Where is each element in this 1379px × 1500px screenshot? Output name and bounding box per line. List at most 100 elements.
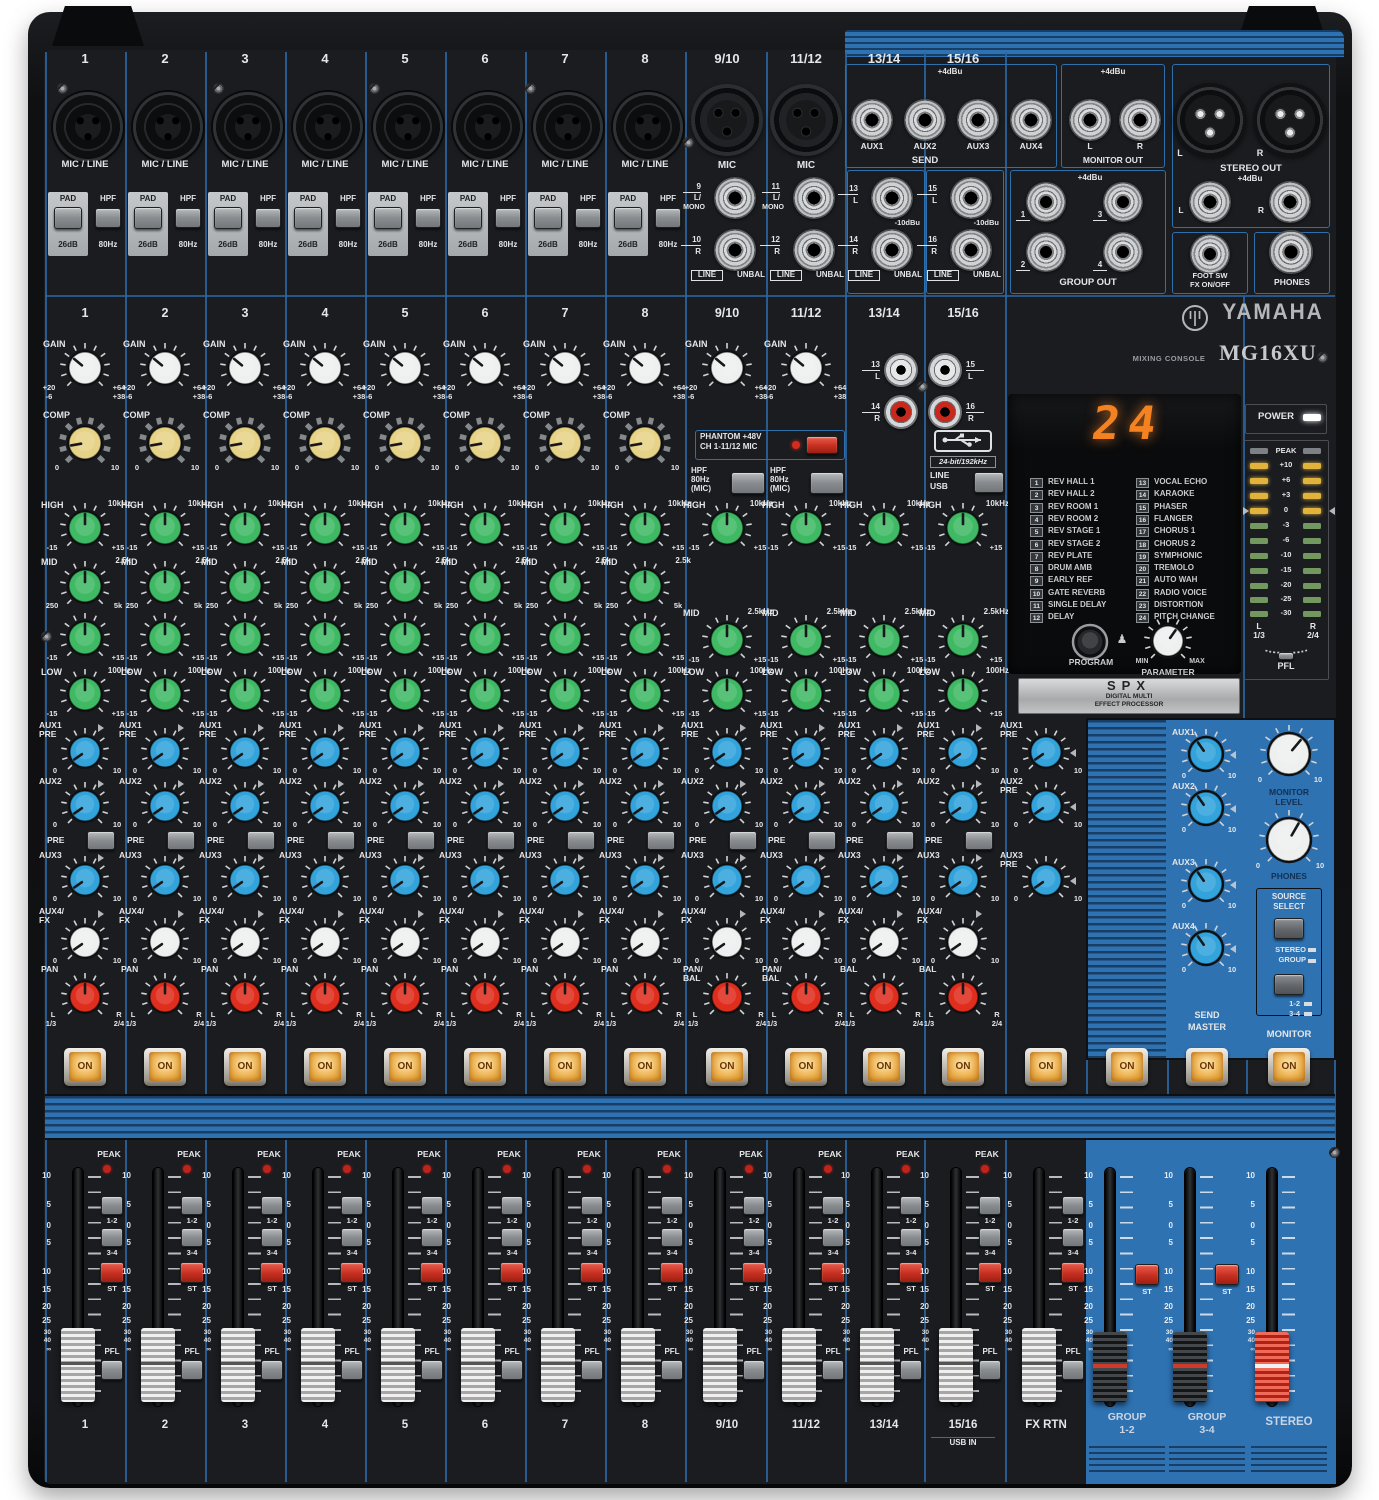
pan-knob[interactable] <box>218 970 272 1024</box>
pan-knob[interactable] <box>700 970 754 1024</box>
aux-knob[interactable] <box>378 915 432 969</box>
aux-knob[interactable] <box>298 779 352 833</box>
pfl-button[interactable] <box>501 1360 523 1380</box>
pan-knob[interactable] <box>618 970 672 1024</box>
group-out-jack-4[interactable] <box>1103 232 1143 272</box>
phones-jack[interactable] <box>1269 230 1313 274</box>
xlr-mic-jack[interactable] <box>691 84 763 156</box>
aux-knob[interactable] <box>218 915 272 969</box>
aux-knob[interactable] <box>138 779 192 833</box>
fader-handle[interactable] <box>541 1328 575 1402</box>
line-jack-bottom[interactable] <box>950 229 992 271</box>
gain-knob[interactable] <box>137 340 193 396</box>
aux-knob[interactable] <box>378 853 432 907</box>
fader-handle[interactable] <box>381 1328 415 1402</box>
combo-jack-mic-line[interactable] <box>373 92 443 162</box>
fader-handle[interactable] <box>621 1328 655 1402</box>
aux-knob[interactable] <box>458 853 512 907</box>
line-jack-top[interactable] <box>714 177 756 219</box>
hpf-button[interactable] <box>335 208 361 228</box>
stereo-out-xlr-l[interactable] <box>1173 83 1247 157</box>
gain-knob[interactable] <box>617 340 673 396</box>
combo-jack-mic-line[interactable] <box>213 92 283 162</box>
pre-button[interactable] <box>407 831 435 850</box>
pad-button[interactable] <box>614 207 642 229</box>
pad-button[interactable] <box>374 207 402 229</box>
pfl-button[interactable] <box>900 1360 922 1380</box>
pre-button[interactable] <box>167 831 195 850</box>
gain-knob[interactable] <box>699 340 755 396</box>
pan-knob[interactable] <box>857 970 911 1024</box>
hpf-button[interactable] <box>95 208 121 228</box>
aux-knob[interactable] <box>700 853 754 907</box>
aux-knob[interactable] <box>138 853 192 907</box>
stereo-out-jack-r[interactable] <box>1269 181 1311 223</box>
fader-handle[interactable] <box>301 1328 335 1402</box>
hpf-button[interactable] <box>175 208 201 228</box>
aux-knob[interactable] <box>298 853 352 907</box>
comp-knob[interactable] <box>137 415 193 471</box>
pad-button[interactable] <box>294 207 322 229</box>
pan-knob[interactable] <box>538 970 592 1024</box>
group-out-jack-1[interactable] <box>1026 182 1066 222</box>
pre-button[interactable] <box>87 831 115 850</box>
combo-jack-mic-line[interactable] <box>613 92 683 162</box>
pan-knob[interactable] <box>298 970 352 1024</box>
pfl-button[interactable] <box>181 1360 203 1380</box>
line-usb-switch[interactable] <box>974 472 1004 493</box>
fader-handle[interactable] <box>782 1328 816 1402</box>
aux-knob[interactable] <box>779 725 833 779</box>
aux-knob[interactable] <box>857 915 911 969</box>
aux-knob[interactable] <box>458 915 512 969</box>
fx-rtn-aux-knob[interactable] <box>1019 779 1073 833</box>
fader-handle[interactable] <box>1093 1332 1127 1402</box>
aux-knob[interactable] <box>298 915 352 969</box>
aux-knob[interactable] <box>700 725 754 779</box>
fader-handle[interactable] <box>1255 1332 1289 1402</box>
combo-jack-mic-line[interactable] <box>293 92 363 162</box>
monitor-out-jack-r[interactable] <box>1119 99 1161 141</box>
aux-send-jack[interactable] <box>851 99 893 141</box>
rca-jack-15[interactable] <box>928 353 962 387</box>
pfl-button[interactable] <box>101 1360 123 1380</box>
aux-knob[interactable] <box>298 725 352 779</box>
aux-knob[interactable] <box>936 853 990 907</box>
pan-knob[interactable] <box>936 970 990 1024</box>
group-out-jack-3[interactable] <box>1103 182 1143 222</box>
aux-send-jack[interactable] <box>1010 99 1052 141</box>
fader-handle[interactable] <box>141 1328 175 1402</box>
pre-button[interactable] <box>729 831 757 850</box>
aux-knob[interactable] <box>857 853 911 907</box>
comp-knob[interactable] <box>457 415 513 471</box>
aux-knob[interactable] <box>618 779 672 833</box>
aux-knob[interactable] <box>700 779 754 833</box>
gain-knob[interactable] <box>457 340 513 396</box>
aux-knob[interactable] <box>378 779 432 833</box>
line-jack-bottom[interactable] <box>793 229 835 271</box>
aux-knob[interactable] <box>779 915 833 969</box>
hpf-mic-button[interactable] <box>731 472 765 494</box>
comp-knob[interactable] <box>297 415 353 471</box>
hpf-button[interactable] <box>495 208 521 228</box>
aux-knob[interactable] <box>618 915 672 969</box>
pfl-button[interactable] <box>421 1360 443 1380</box>
pfl-button[interactable] <box>581 1360 603 1380</box>
pfl-button[interactable] <box>822 1360 844 1380</box>
aux-knob[interactable] <box>538 779 592 833</box>
aux-knob[interactable] <box>700 915 754 969</box>
comp-knob[interactable] <box>57 415 113 471</box>
line-jack-top[interactable] <box>793 177 835 219</box>
hpf-mic-button[interactable] <box>810 472 844 494</box>
fx-rtn-aux-knob[interactable] <box>1019 725 1073 779</box>
fader-handle[interactable] <box>61 1328 95 1402</box>
group-out-jack-2[interactable] <box>1026 232 1066 272</box>
aux-knob[interactable] <box>378 725 432 779</box>
aux-knob[interactable] <box>218 779 272 833</box>
pan-knob[interactable] <box>458 970 512 1024</box>
aux-knob[interactable] <box>936 915 990 969</box>
fader-handle[interactable] <box>1022 1328 1056 1402</box>
pfl-button[interactable] <box>743 1360 765 1380</box>
pfl-button[interactable] <box>1062 1360 1084 1380</box>
pre-button[interactable] <box>886 831 914 850</box>
pad-button[interactable] <box>214 207 242 229</box>
